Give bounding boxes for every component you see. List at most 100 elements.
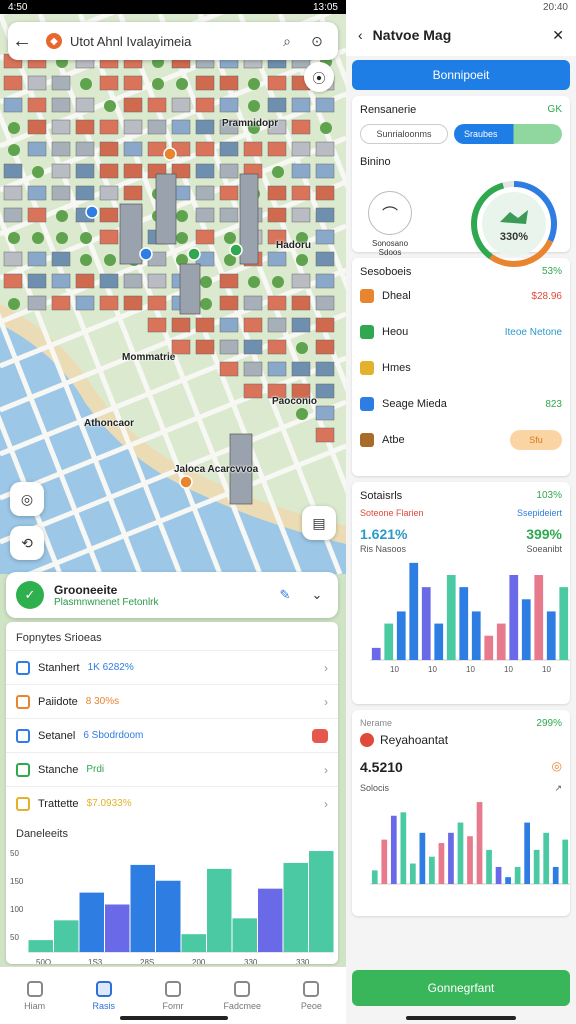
- info-icon[interactable]: ◎: [552, 759, 562, 775]
- alert-badge: [312, 728, 328, 743]
- back-chevron-icon[interactable]: ‹: [358, 27, 363, 43]
- row-icon: [360, 433, 374, 447]
- list-item[interactable]: Dheal $28.96: [360, 278, 562, 314]
- building: [243, 361, 263, 377]
- nav-item[interactable]: Peoe: [277, 967, 346, 1024]
- list-item[interactable]: Trattette $7.0933% ›: [6, 786, 338, 820]
- map-pin: [229, 243, 243, 257]
- list-item[interactable]: Stanhert 1K 6282% ›: [6, 650, 338, 684]
- row-label: Stanhert: [38, 661, 80, 674]
- building: [75, 163, 95, 179]
- card-sub: Binino: [360, 156, 391, 168]
- tree: [152, 78, 164, 90]
- map-canvas[interactable]: [0, 14, 346, 574]
- location-icon[interactable]: ◎: [10, 482, 44, 516]
- map-label: Hadoru: [276, 240, 311, 251]
- tag-left[interactable]: Soteone Flarien: [360, 508, 424, 518]
- row-icon: [16, 728, 30, 743]
- segmented-control[interactable]: Sunrialoonms Sraubes: [360, 124, 562, 144]
- map-label: Jaloca Acarcvvoa: [174, 464, 259, 475]
- close-icon[interactable]: ✕: [552, 27, 564, 44]
- building: [195, 339, 215, 355]
- bar: [28, 940, 53, 952]
- row-label: Heou: [382, 326, 409, 338]
- primary-button[interactable]: Bonnipoeit: [352, 60, 570, 90]
- menu-icon[interactable]: ⊙: [306, 30, 328, 52]
- nav-icon: [26, 980, 43, 997]
- building: [195, 207, 215, 223]
- segment-left[interactable]: Sunrialoonms: [360, 124, 448, 144]
- building: [219, 273, 239, 289]
- building: [315, 405, 335, 421]
- sheet-header[interactable]: ✓ Grooneeite Plasmnwnenet Fetonlrk ✎ ⌄: [6, 572, 338, 618]
- tree: [224, 232, 236, 244]
- bar: [514, 866, 521, 884]
- nav-item[interactable]: Hiam: [0, 967, 69, 1024]
- bar: [79, 892, 104, 952]
- search-icon[interactable]: ⌕: [276, 30, 298, 52]
- bar-chart: 50 150 100 50 50O 1S3 28S 200 330 330: [10, 849, 334, 964]
- list-item[interactable]: Stanche Prdi ›: [6, 752, 338, 786]
- list-item[interactable]: Atbe Sfu: [360, 422, 562, 458]
- row-pill[interactable]: Sfu: [510, 430, 562, 450]
- map-label: Paoconio: [272, 396, 318, 407]
- building: [219, 317, 239, 333]
- building: [27, 185, 47, 201]
- tree: [80, 78, 92, 90]
- building: [315, 163, 335, 179]
- tree: [56, 232, 68, 244]
- bar: [484, 635, 494, 660]
- bar: [446, 575, 456, 660]
- nav-label: Peoe: [300, 1000, 322, 1011]
- stat-left: 1.621%: [360, 526, 408, 542]
- segment-right[interactable]: Sraubes: [454, 124, 562, 144]
- green-action-button[interactable]: Gonnegrfant: [352, 970, 570, 1006]
- list-item[interactable]: Setanel 6 Sbodrdoom: [6, 718, 338, 752]
- bar: [421, 587, 431, 660]
- bar: [495, 866, 502, 884]
- mini-map[interactable]: ⌒ Sonosano Sdoos: [360, 191, 420, 257]
- list-item[interactable]: Hmes: [360, 350, 562, 386]
- section-title: Fopnytes Srioeas: [16, 632, 102, 644]
- building: [291, 273, 311, 289]
- row-value: 8 30%s: [85, 696, 120, 707]
- building: [315, 251, 335, 267]
- list-item[interactable]: Seage Mieda 823: [360, 386, 562, 422]
- home-indicator: [406, 1016, 516, 1020]
- list-item[interactable]: Heou Iteoe Netone: [360, 314, 562, 350]
- stat-left-label: Ris Nasoos: [360, 544, 407, 554]
- back-button[interactable]: ←: [6, 22, 38, 60]
- book-icon[interactable]: ▤: [302, 506, 336, 540]
- sheet-title: Grooneeite: [54, 582, 118, 597]
- nav-icon: [234, 980, 251, 997]
- search-title[interactable]: Utot Ahnl Ivalayimeia: [70, 34, 268, 49]
- list-item[interactable]: Paiidote 8 30%s ›: [6, 684, 338, 718]
- status-time-right: 13:05: [312, 1, 338, 13]
- map-label: Pramnidopr: [222, 118, 279, 129]
- row-value: $28.96: [531, 290, 562, 302]
- map-view[interactable]: Pramnidopr Hadoru Mommatrie Athoncaor Pa…: [0, 14, 346, 574]
- building: [99, 207, 119, 223]
- search-bar[interactable]: ◆ Utot Ahnl Ivalayimeia ⌕ ⊙: [8, 22, 338, 60]
- share-icon[interactable]: ↗: [554, 783, 562, 794]
- building: [267, 295, 287, 311]
- compass-icon[interactable]: ⦿: [304, 62, 334, 92]
- building: [171, 317, 191, 333]
- panel-header: ‹ Natvoe Mag ✕: [346, 14, 576, 56]
- layers-icon[interactable]: ⟲: [10, 526, 44, 560]
- tree: [296, 254, 308, 266]
- row-label: Setanel: [38, 729, 76, 742]
- bar: [419, 832, 426, 884]
- building: [3, 163, 23, 179]
- detail-panel: ‹ Natvoe Mag ✕ Bonnipoeit Rensanerie GK …: [346, 14, 576, 1024]
- building: [219, 361, 239, 377]
- building: [3, 207, 23, 223]
- chevron-down-icon[interactable]: ⌄: [306, 584, 328, 606]
- tag-right[interactable]: Ssepideiert: [517, 508, 562, 518]
- x-tick-label: 1S3: [88, 958, 103, 964]
- tree: [248, 100, 260, 112]
- edit-icon[interactable]: ✎: [274, 584, 296, 606]
- row-value: Prdi: [86, 764, 105, 775]
- check-icon: ✓: [16, 581, 44, 609]
- bar: [105, 904, 130, 952]
